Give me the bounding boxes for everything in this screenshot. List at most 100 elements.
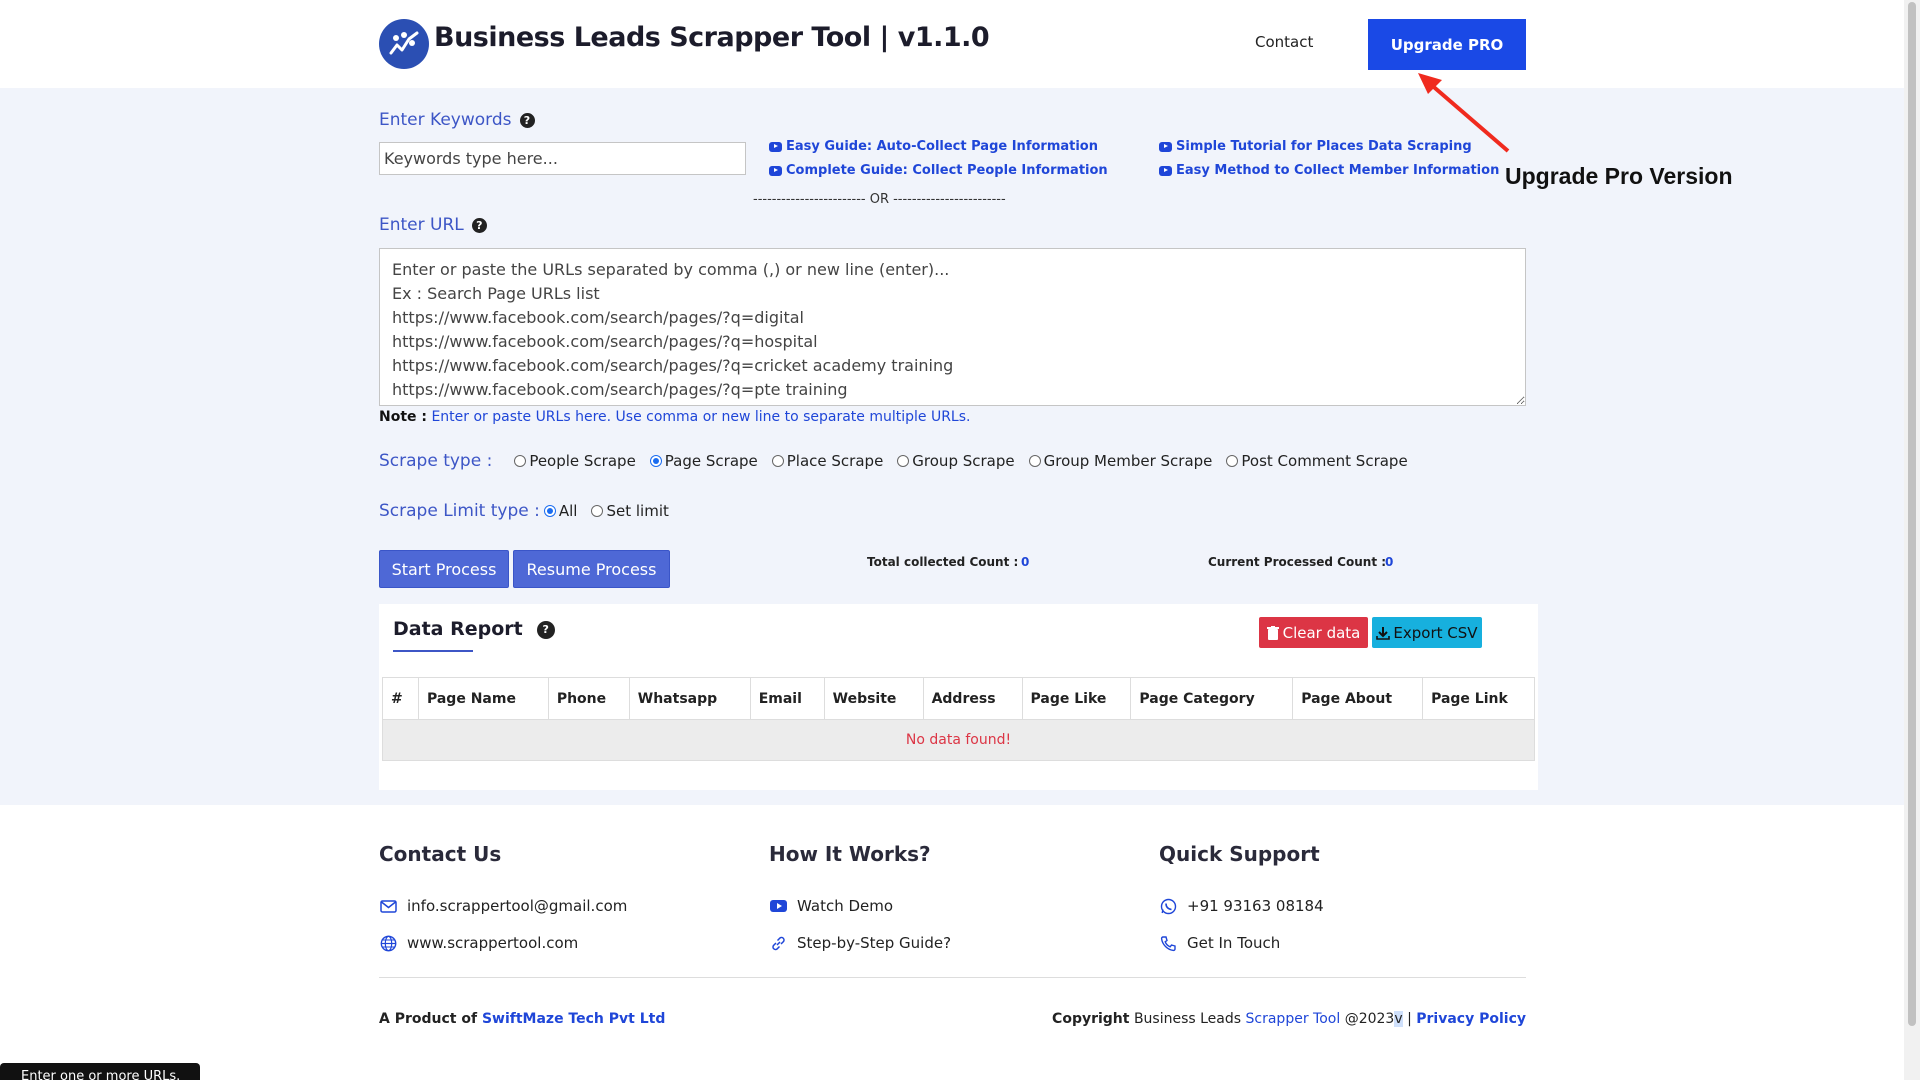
how-heading: How It Works?	[769, 842, 931, 866]
footer-website[interactable]: www.scrappertool.com	[379, 934, 578, 952]
empty-message: No data found!	[382, 719, 1535, 761]
radio-label: Page Scrape	[664, 452, 758, 470]
col-page-like[interactable]: Page Like	[1021, 677, 1132, 720]
separator: |	[1407, 1011, 1412, 1027]
copyright-label: Copyright	[1052, 1011, 1130, 1027]
col-page-category[interactable]: Page Category	[1130, 677, 1294, 720]
col-index[interactable]: #	[382, 677, 419, 720]
radio-label: All	[558, 502, 578, 520]
radio-place-scrape[interactable]: Place Scrape	[771, 452, 883, 470]
help-icon[interactable]: ?	[519, 112, 535, 128]
radio-icon[interactable]	[771, 455, 784, 467]
company-link[interactable]: SwiftMaze Tech Pvt Ltd	[482, 1011, 665, 1027]
privacy-policy-link[interactable]: Privacy Policy	[1416, 1011, 1526, 1027]
youtube-icon	[1159, 141, 1172, 152]
radio-icon[interactable]	[1028, 455, 1041, 467]
get-in-touch-link[interactable]: Get In Touch	[1159, 934, 1280, 952]
radio-page-scrape[interactable]: Page Scrape	[649, 452, 758, 470]
keywords-label: Enter Keywords?	[379, 110, 535, 130]
col-website[interactable]: Website	[823, 677, 924, 720]
radio-people-scrape[interactable]: People Scrape	[514, 452, 636, 470]
contact-link[interactable]: Contact	[1255, 33, 1313, 51]
whatsapp-icon	[1159, 897, 1177, 915]
scrape-type-group: Scrape type : People Scrape Page Scrape …	[379, 451, 1422, 471]
export-csv-button[interactable]: Export CSV	[1372, 617, 1482, 648]
radio-icon[interactable]	[514, 455, 527, 467]
data-report-panel: Data Report? Clear data Export CSV # Pag…	[379, 604, 1538, 790]
top-header: Business Leads Scrapper Tool | v1.1.0 Co…	[0, 0, 1904, 88]
copyright-tool-link[interactable]: Scrapper Tool	[1246, 1011, 1341, 1027]
radio-post-comment-scrape[interactable]: Post Comment Scrape	[1226, 452, 1408, 470]
link-icon	[769, 934, 787, 952]
youtube-icon	[769, 897, 787, 915]
guide-link-page-info[interactable]: Easy Guide: Auto-Collect Page Informatio…	[769, 139, 1098, 154]
scrape-limit-label: Scrape Limit type :	[379, 501, 540, 521]
youtube-icon	[769, 165, 782, 176]
copyright-brand: Business Leads	[1133, 1011, 1242, 1027]
note-label: Note :	[379, 409, 427, 425]
upgrade-annotation: Upgrade Pro Version	[1505, 163, 1733, 189]
footer-divider	[379, 977, 1526, 978]
help-icon[interactable]: ?	[471, 217, 487, 233]
radio-limit-all[interactable]: All	[543, 502, 578, 520]
whatsapp-link[interactable]: +91 93163 08184	[1159, 897, 1324, 915]
radio-icon[interactable]	[897, 455, 910, 467]
clear-data-button[interactable]: Clear data	[1259, 617, 1368, 648]
youtube-icon	[1159, 165, 1172, 176]
email-text: info.scrappertool@gmail.com	[407, 897, 628, 915]
phone-text: +91 93163 08184	[1187, 897, 1324, 915]
version-marker: v	[1394, 1011, 1403, 1027]
trash-icon	[1266, 625, 1279, 640]
url-note: Note : Enter or paste URLs here. Use com…	[379, 409, 970, 425]
product-prefix: A Product of	[379, 1011, 478, 1027]
col-email[interactable]: Email	[749, 677, 825, 720]
table-row: No data found!	[382, 719, 1535, 761]
col-page-about[interactable]: Page About	[1292, 677, 1424, 720]
globe-icon	[379, 934, 397, 952]
support-heading: Quick Support	[1159, 842, 1320, 866]
col-phone[interactable]: Phone	[547, 677, 630, 720]
logo-icon[interactable]	[379, 19, 429, 69]
website-text: www.scrappertool.com	[407, 934, 579, 952]
url-textarea[interactable]	[379, 248, 1526, 406]
mail-icon	[379, 897, 397, 915]
col-address[interactable]: Address	[922, 677, 1023, 720]
guide-link-people-info[interactable]: Complete Guide: Collect People Informati…	[769, 163, 1108, 178]
help-icon[interactable]: ?	[536, 620, 555, 639]
product-credit: A Product of SwiftMaze Tech Pvt Ltd	[379, 1011, 665, 1027]
col-whatsapp[interactable]: Whatsapp	[628, 677, 751, 720]
keywords-input[interactable]	[379, 142, 746, 175]
export-csv-label: Export CSV	[1393, 623, 1478, 642]
col-page-link[interactable]: Page Link	[1422, 677, 1535, 720]
url-label-text: Enter URL	[379, 215, 464, 235]
start-process-button[interactable]: Start Process	[379, 550, 509, 588]
processed-count-value: 0	[1385, 555, 1394, 569]
guide-link[interactable]: Step-by-Step Guide?	[769, 934, 951, 952]
radio-group-member-scrape[interactable]: Group Member Scrape	[1028, 452, 1213, 470]
phone-icon	[1159, 934, 1177, 952]
contact-heading: Contact Us	[379, 842, 502, 866]
note-text: Enter or paste URLs here. Use comma or n…	[431, 409, 971, 425]
brand-title[interactable]: Business Leads Scrapper Tool | v1.1.0	[434, 22, 990, 53]
radio-checked-icon[interactable]	[649, 455, 662, 467]
watch-demo-link[interactable]: Watch Demo	[769, 897, 893, 915]
url-label: Enter URL?	[379, 215, 487, 235]
radio-icon[interactable]	[591, 505, 604, 517]
radio-set-limit[interactable]: Set limit	[591, 502, 669, 520]
upgrade-pro-button[interactable]: Upgrade PRO	[1368, 19, 1526, 70]
footer-email[interactable]: info.scrappertool@gmail.com	[379, 897, 627, 915]
guide-link-member-info[interactable]: Easy Method to Collect Member Informatio…	[1159, 163, 1499, 178]
guide-link-text: Easy Method to Collect Member Informatio…	[1176, 163, 1500, 178]
radio-group-scrape[interactable]: Group Scrape	[897, 452, 1015, 470]
radio-icon[interactable]	[1226, 455, 1239, 467]
radio-label: Group Member Scrape	[1043, 452, 1213, 470]
scrape-type-label: Scrape type :	[379, 451, 493, 471]
or-divider: ------------------------ OR ------------…	[753, 192, 1006, 207]
scrollbar-thumb[interactable]	[1908, 2, 1916, 1026]
copyright: Copyright Business Leads Scrapper Tool @…	[1052, 1011, 1526, 1027]
radio-checked-icon[interactable]	[543, 505, 556, 517]
col-page-name[interactable]: Page Name	[417, 677, 549, 720]
resume-process-button[interactable]: Resume Process	[513, 550, 670, 588]
guide-link-places[interactable]: Simple Tutorial for Places Data Scraping	[1159, 139, 1472, 154]
report-title: Data Report?	[393, 618, 555, 640]
